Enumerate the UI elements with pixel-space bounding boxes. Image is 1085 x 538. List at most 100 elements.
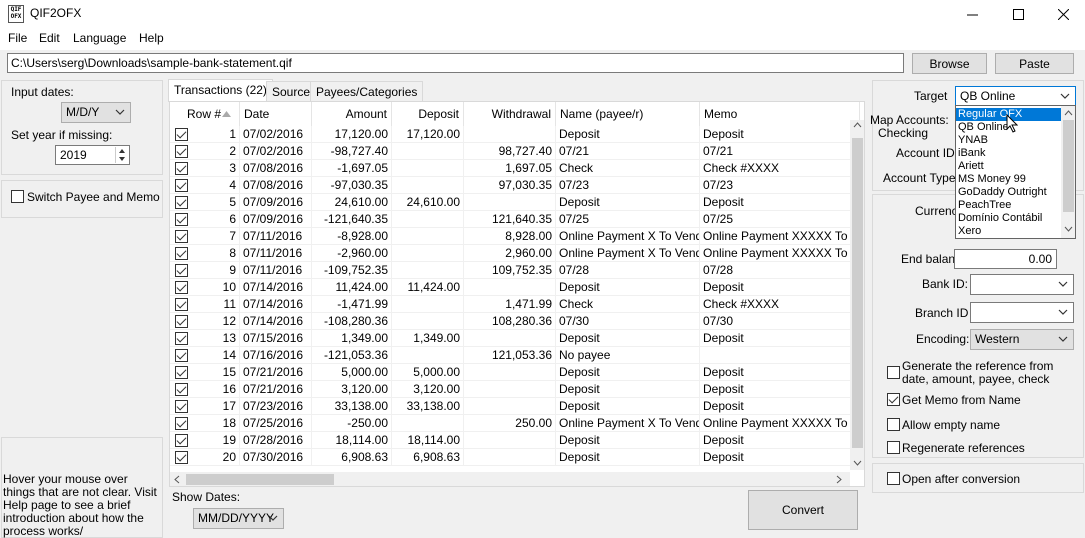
tab-transactions[interactable]: Transactions (22) bbox=[168, 79, 273, 102]
table-row[interactable]: 14 07/16/2016 -121,053.36 121,053.36 No paye… bbox=[170, 347, 860, 364]
table-cell: 20 bbox=[170, 449, 240, 466]
dropdown-option[interactable]: Domínio Contábil bbox=[956, 212, 1061, 225]
show-dates-select[interactable]: MM/DD/YYYY bbox=[193, 508, 284, 529]
table-row[interactable]: 11 07/14/2016 -1,471.99 1,471.99 Check Check … bbox=[170, 296, 860, 313]
table-cell: Check #XXXX bbox=[700, 296, 860, 313]
table-row[interactable]: 18 07/25/2016 -250.00 250.00 Online Payment … bbox=[170, 415, 860, 432]
paste-button[interactable]: Paste bbox=[995, 53, 1074, 74]
menu-edit[interactable]: Edit bbox=[39, 31, 60, 45]
table-cell bbox=[464, 194, 556, 211]
switch-payee-memo-checkbox[interactable]: Switch Payee and Memo bbox=[11, 190, 160, 206]
encoding-select[interactable]: Western bbox=[970, 329, 1074, 350]
minimize-button[interactable] bbox=[949, 0, 995, 28]
table-cell: 6,908.63 bbox=[392, 449, 464, 466]
table-row[interactable]: 16 07/21/2016 3,120.00 3,120.00 Deposit Depos… bbox=[170, 381, 860, 398]
maximize-button[interactable] bbox=[995, 0, 1041, 28]
hscroll-thumb[interactable] bbox=[186, 474, 334, 485]
table-row[interactable]: 2 07/02/2016 -98,727.40 98,727.40 07/21 07/21 bbox=[170, 143, 860, 160]
table-row[interactable]: 5 07/09/2016 24,610.00 24,610.00 Deposit Depo… bbox=[170, 194, 860, 211]
column-header[interactable]: Memo bbox=[700, 102, 860, 126]
table-cell: 07/08/2016 bbox=[240, 177, 312, 194]
dropdown-option[interactable]: Ariett bbox=[956, 160, 1061, 173]
horizontal-scrollbar[interactable] bbox=[170, 472, 850, 486]
table-cell: 11 bbox=[170, 296, 240, 313]
table-cell: Deposit bbox=[700, 381, 860, 398]
regenerate-references-label: Regenerate references bbox=[902, 441, 1025, 455]
table-row[interactable]: 13 07/15/2016 1,349.00 1,349.00 Deposit Depos… bbox=[170, 330, 860, 347]
menu-file[interactable]: File bbox=[8, 31, 27, 45]
dropdown-option[interactable]: iBank bbox=[956, 147, 1061, 160]
bank-id-select[interactable] bbox=[970, 274, 1074, 295]
target-select[interactable]: QB Online bbox=[955, 86, 1076, 106]
checkbox-icon bbox=[887, 441, 900, 454]
table-row[interactable]: 7 07/11/2016 -8,928.00 8,928.00 Online Payme… bbox=[170, 228, 860, 245]
generate-reference-label: Generate the reference from date, amount… bbox=[902, 359, 1054, 386]
checkbox-icon bbox=[11, 190, 24, 203]
dropdown-scrollbar[interactable] bbox=[1061, 106, 1075, 238]
column-header[interactable]: Deposit bbox=[392, 102, 464, 126]
table-cell: 108,280.36 bbox=[464, 313, 556, 330]
close-button[interactable] bbox=[1040, 0, 1085, 28]
tab-payees-categories[interactable]: Payees/Categories bbox=[310, 81, 424, 101]
table-row[interactable]: 4 07/08/2016 -97,030.35 97,030.35 07/23 07/23 bbox=[170, 177, 860, 194]
column-header[interactable]: Date bbox=[240, 102, 312, 126]
table-cell: 5,000.00 bbox=[392, 364, 464, 381]
table-row[interactable]: 15 07/21/2016 5,000.00 5,000.00 Deposit Depos… bbox=[170, 364, 860, 381]
scroll-thumb[interactable] bbox=[852, 138, 863, 448]
table-row[interactable]: 8 07/11/2016 -2,960.00 2,960.00 Online Payme… bbox=[170, 245, 860, 262]
allow-empty-name-label: Allow empty name bbox=[902, 418, 1001, 432]
dropdown-scroll-thumb[interactable] bbox=[1063, 120, 1074, 212]
table-row[interactable]: 17 07/23/2016 33,138.00 33,138.00 Deposit Dep… bbox=[170, 398, 860, 415]
chevron-down-icon bbox=[1058, 336, 1068, 342]
open-after-conversion-checkbox[interactable]: Open after conversion bbox=[887, 472, 1020, 488]
table-row[interactable]: 3 07/08/2016 -1,697.05 1,697.05 Check Check #… bbox=[170, 160, 860, 177]
chevron-down-icon bbox=[1058, 281, 1068, 287]
table-cell: 07/15/2016 bbox=[240, 330, 312, 347]
table-cell bbox=[392, 313, 464, 330]
tab-source[interactable]: Source bbox=[266, 81, 317, 101]
table-cell: 07/14/2016 bbox=[240, 279, 312, 296]
dropdown-option[interactable]: MS Money 99 bbox=[956, 173, 1061, 186]
table-cell: -121,640.35 bbox=[312, 211, 392, 228]
input-dates-select[interactable]: M/D/Y bbox=[61, 102, 131, 123]
branch-id-select[interactable] bbox=[970, 302, 1074, 323]
file-path-input[interactable]: C:\Users\serg\Downloads\sample-bank-stat… bbox=[7, 53, 904, 73]
vertical-scrollbar[interactable] bbox=[850, 120, 864, 470]
table-cell: Deposit bbox=[556, 330, 700, 347]
column-header[interactable]: Withdrawal bbox=[464, 102, 556, 126]
menu-help[interactable]: Help bbox=[139, 31, 164, 45]
table-cell: 18 bbox=[170, 415, 240, 432]
column-header[interactable]: Name (payee/r) bbox=[556, 102, 700, 126]
spinner-arrows[interactable] bbox=[115, 147, 128, 163]
open-after-conversion-label: Open after conversion bbox=[902, 472, 1021, 486]
memo-from-name-checkbox[interactable]: Get Memo from Name bbox=[887, 393, 1021, 409]
generate-reference-checkbox[interactable]: Generate the reference from date, amount… bbox=[887, 360, 1077, 386]
dropdown-option[interactable]: GoDaddy Outright bbox=[956, 186, 1061, 199]
table-cell: 6 bbox=[170, 211, 240, 228]
table-cell: Deposit bbox=[700, 194, 860, 211]
table-row[interactable]: 1 07/02/2016 17,120.00 17,120.00 Deposit Depo… bbox=[170, 126, 860, 143]
table-row[interactable]: 10 07/14/2016 11,424.00 11,424.00 Deposit Dep… bbox=[170, 279, 860, 296]
allow-empty-name-checkbox[interactable]: Allow empty name bbox=[887, 418, 1000, 434]
table-cell: Deposit bbox=[556, 364, 700, 381]
table-row[interactable]: 19 07/28/2016 18,114.00 18,114.00 Deposit Dep… bbox=[170, 432, 860, 449]
column-header[interactable]: Amount bbox=[312, 102, 392, 126]
dropdown-option[interactable]: Xero bbox=[956, 225, 1061, 238]
year-spinner[interactable]: 2019 bbox=[55, 145, 130, 165]
table-cell: Check bbox=[556, 296, 700, 313]
show-dates-value: MM/DD/YYYY bbox=[198, 511, 275, 525]
table-row[interactable]: 12 07/14/2016 -108,280.36 108,280.36 07/30 07… bbox=[170, 313, 860, 330]
menu-language[interactable]: Language bbox=[73, 31, 126, 45]
table-row[interactable]: 20 07/30/2016 6,908.63 6,908.63 Deposit Depos… bbox=[170, 449, 860, 466]
regenerate-references-checkbox[interactable]: Regenerate references bbox=[887, 441, 1025, 457]
dropdown-option[interactable]: PeachTree bbox=[956, 199, 1061, 212]
table-row[interactable]: 6 07/09/2016 -121,640.35 121,640.35 07/25 07/… bbox=[170, 211, 860, 228]
table-row[interactable]: 9 07/11/2016 -109,752.35 109,752.35 07/28 07/… bbox=[170, 262, 860, 279]
convert-button[interactable]: Convert bbox=[748, 490, 858, 530]
table-cell: -98,727.40 bbox=[312, 143, 392, 160]
app-icon: QIF OFX bbox=[8, 5, 24, 23]
dropdown-option[interactable]: YNAB bbox=[956, 134, 1061, 147]
end-balance-input[interactable]: 0.00 bbox=[954, 249, 1057, 269]
grid-header: Row # Date Amount Deposit Withdrawal Name (pa… bbox=[170, 102, 864, 126]
browse-button[interactable]: Browse bbox=[912, 53, 987, 74]
